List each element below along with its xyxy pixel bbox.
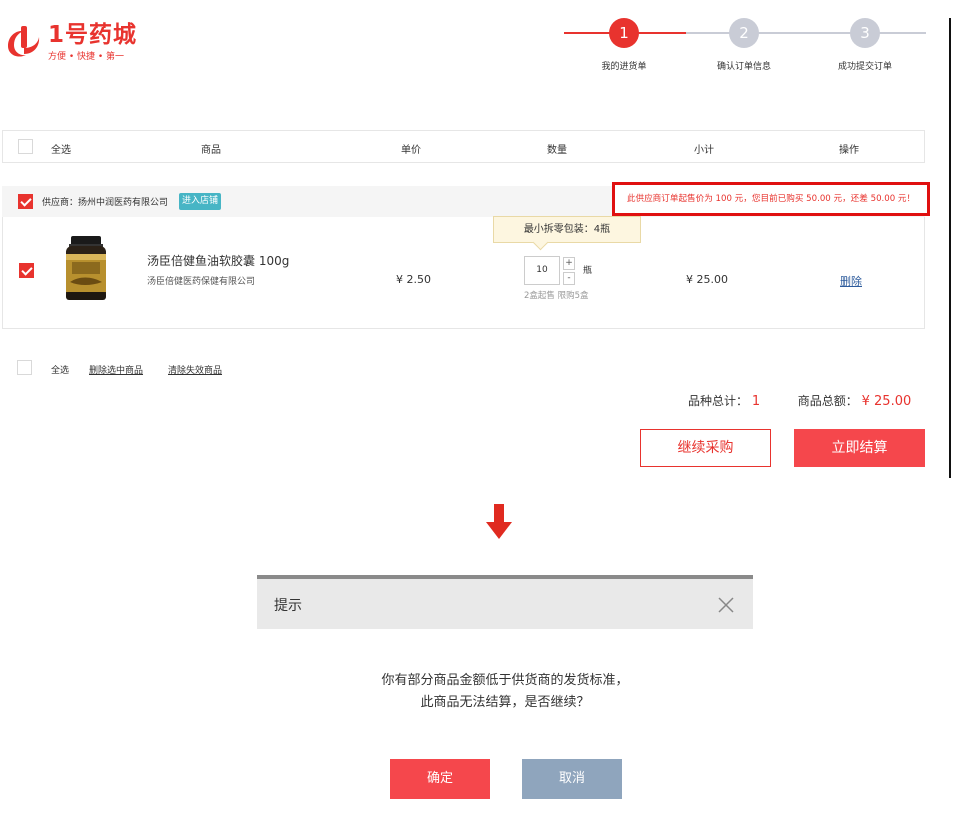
product-manufacturer: 汤臣倍健医药保健有限公司 [147, 277, 256, 287]
close-icon[interactable] [717, 596, 735, 614]
step-number: 2 [729, 18, 759, 48]
unit-price: ¥ 2.50 [396, 273, 431, 286]
cart-item-row: 汤臣倍健鱼油软胶囊 100g 汤臣倍健医药保健有限公司 ¥ 2.50 ¥ 25.… [2, 217, 925, 329]
enter-shop-button[interactable]: 进入店铺 [179, 193, 222, 210]
step-2: 2 确认订单信息 [699, 18, 789, 72]
delete-item-link[interactable]: 删除 [840, 273, 862, 289]
quantity-input[interactable]: 10 [524, 256, 560, 285]
dialog-message: 你有部分商品金额低于供货商的发货标准， 此商品无法结算，是否继续？ [257, 670, 753, 714]
select-all-label: 全选 [51, 145, 71, 156]
confirm-button[interactable]: 确定 [390, 759, 490, 799]
step-label: 确认订单信息 [716, 62, 771, 72]
logo-name: 1号药城 [48, 22, 138, 48]
step-number: 1 [609, 18, 639, 48]
supplier-name: 供应商：扬州中润医药有限公司 [42, 198, 169, 208]
column-header-action: 操作 [839, 145, 859, 156]
supplier-checkbox[interactable] [18, 194, 33, 209]
kinds-total-value: 1 [751, 394, 761, 409]
amount-total-label: 商品总额： [797, 394, 858, 408]
footer-select-all-label: 全选 [51, 366, 70, 376]
column-header-price: 单价 [401, 145, 421, 156]
page-edge-divider [949, 18, 951, 478]
step-3: 3 成功提交订单 [820, 18, 910, 72]
quantity-decrease-button[interactable]: - [563, 272, 575, 285]
kinds-total-label: 品种总计： [688, 394, 749, 408]
logo-slogan: 方便 • 快捷 • 第一 [48, 52, 125, 62]
cart-table-header: 全选 商品 单价 数量 小计 操作 [2, 130, 925, 163]
column-header-subtotal: 小计 [694, 145, 714, 156]
clear-invalid-link[interactable]: 清除失效商品 [168, 363, 222, 376]
quantity-increase-button[interactable]: + [563, 257, 575, 270]
checkout-steps: 1 我的进货单 2 确认订单信息 3 成功提交订单 [564, 18, 926, 78]
logo-mark-icon [8, 26, 40, 57]
step-number: 3 [850, 18, 880, 48]
product-name[interactable]: 汤臣倍健鱼油软胶囊 100g [147, 252, 289, 269]
column-header-product: 商品 [201, 145, 221, 156]
site-logo[interactable]: 1号药城 方便 • 快捷 • 第一 [4, 22, 137, 62]
checkout-button[interactable]: 立即结算 [794, 429, 925, 467]
min-pack-tooltip: 最小拆零包装：4瓶 [493, 216, 641, 243]
purchase-limit-note: 2盒起售 限购5盒 [524, 291, 589, 301]
dialog-title: 提示 [274, 598, 302, 614]
dialog-header: 提示 [257, 579, 753, 629]
select-all-checkbox[interactable] [18, 139, 33, 154]
min-order-warning: 此供应商订单起售价为 100 元，您目前已购买 50.00 元，还差 50.00… [612, 182, 930, 216]
dialog-message-line-2: 此商品无法结算，是否继续？ [420, 695, 590, 710]
step-label: 成功提交订单 [837, 62, 892, 72]
dialog-message-line-1: 你有部分商品金额低于供货商的发货标准， [381, 673, 629, 688]
cart-page: 1号药城 方便 • 快捷 • 第一 1 我的进货单 2 确认订单信息 3 成功提… [0, 0, 967, 813]
quantity-unit: 瓶 [583, 266, 593, 276]
continue-shopping-button[interactable]: 继续采购 [640, 429, 771, 467]
step-1: 1 我的进货单 [579, 18, 669, 72]
cancel-button[interactable]: 取消 [522, 759, 622, 799]
cart-summary: 品种总计： 1 商品总额： ¥ 25.00 [688, 392, 911, 409]
footer-select-all-checkbox[interactable] [17, 360, 32, 375]
down-arrow-icon [486, 504, 512, 539]
item-subtotal: ¥ 25.00 [686, 273, 728, 286]
column-header-quantity: 数量 [547, 145, 567, 156]
product-image[interactable] [61, 236, 111, 302]
delete-selected-link[interactable]: 删除选中商品 [89, 363, 143, 376]
amount-total-value: ¥ 25.00 [861, 394, 912, 409]
item-checkbox[interactable] [19, 263, 34, 278]
step-label: 我的进货单 [601, 62, 647, 72]
